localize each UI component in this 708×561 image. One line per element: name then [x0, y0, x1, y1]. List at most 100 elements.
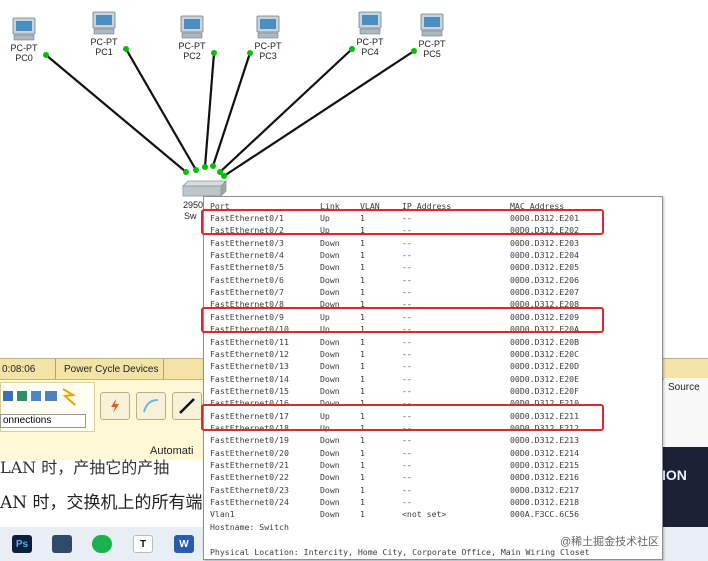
window-icon[interactable]: [52, 535, 72, 553]
cell-mac: 00D0.D312.E204: [510, 250, 580, 261]
link-cable[interactable]: [223, 50, 415, 177]
cell-link: Down: [320, 237, 340, 248]
cell-ip: --: [402, 262, 412, 273]
cell-link: Down: [320, 509, 340, 520]
wechat-icon[interactable]: [92, 535, 112, 553]
link-status-dot: [183, 169, 189, 175]
device-icons: [3, 388, 76, 406]
cell-vlan: 1: [360, 287, 365, 298]
switch-port-tooltip: Port Link VLAN IP Address MAC Address Fa…: [201, 196, 663, 560]
cell-link: Down: [320, 262, 340, 273]
cell-mac: 00D0.D312.E218: [510, 497, 580, 508]
cell-vlan: 1: [360, 497, 365, 508]
cell-mac: 00D0.D312.E20F: [510, 385, 580, 396]
cell-port: FastEthernet0/12: [210, 348, 289, 359]
link-cable[interactable]: [203, 52, 216, 168]
cell-ip: --: [402, 287, 412, 298]
auto-connection-tool[interactable]: [100, 392, 130, 420]
cell-port: FastEthernet0/19: [210, 435, 289, 446]
cell-ip: --: [402, 361, 412, 372]
ps-icon[interactable]: Ps: [12, 535, 32, 553]
table-row: Vlan1 Down 1 <not set> 000A.F3CC.6C56: [210, 509, 660, 521]
cell-vlan: 1: [360, 336, 365, 347]
table-row: FastEthernet0/14 Down 1 -- 00D0.D312.E20E: [210, 374, 660, 386]
cell-mac: 00D0.D312.E207: [510, 287, 580, 298]
cell-link: Down: [320, 435, 340, 446]
doc-text-line-2: AN 时，交换机上的所有端: [0, 493, 203, 513]
power-cycle-button[interactable]: Power Cycle Devices: [56, 359, 164, 379]
link-status-dot: [349, 46, 355, 52]
cell-vlan: 1: [360, 237, 365, 248]
cell-mac: 00D0.D312.E216: [510, 472, 580, 483]
hub-icon: [31, 391, 41, 401]
cell-vlan: 1: [360, 484, 365, 495]
pc-device[interactable]: PC-PTPC2: [179, 15, 207, 61]
cell-mac: 00D0.D312.E20D: [510, 361, 580, 372]
straight-cable-tool[interactable]: [172, 392, 202, 420]
cell-link: Down: [320, 250, 340, 261]
cell-port: FastEthernet0/15: [210, 385, 289, 396]
pc-device[interactable]: PC-PTPC0: [11, 17, 39, 63]
cell-ip: --: [402, 447, 412, 458]
link-cable[interactable]: [45, 54, 187, 173]
cell-link: Down: [320, 447, 340, 458]
pc-name-label: PC3: [259, 51, 277, 61]
watermark: @稀土掘金技术社区: [560, 536, 660, 548]
lightning-icon: [62, 388, 76, 406]
cell-link: Down: [320, 484, 340, 495]
switch-name-label: Sw: [184, 211, 197, 221]
switch-device[interactable]: [182, 180, 227, 197]
cell-mac: 00D0.D312.E203: [510, 237, 580, 248]
cell-link: Down: [320, 274, 340, 285]
cell-ip: --: [402, 348, 412, 359]
source-label: Source: [668, 382, 700, 393]
cell-vlan: 1: [360, 274, 365, 285]
table-row: FastEthernet0/24 Down 1 -- 00D0.D312.E218: [210, 497, 660, 509]
cell-mac: 00D0.D312.E214: [510, 447, 580, 458]
table-row: FastEthernet0/19 Down 1 -- 00D0.D312.E213: [210, 435, 660, 447]
table-row: FastEthernet0/13 Down 1 -- 00D0.D312.E20D: [210, 361, 660, 373]
connections-label: onnections: [0, 414, 86, 428]
cell-mac: 00D0.D312.E217: [510, 484, 580, 495]
cell-vlan: 1: [360, 385, 365, 396]
cell-ip: --: [402, 472, 412, 483]
cell-ip: --: [402, 460, 412, 470]
location-text: Physical Location: Intercity, Home City,…: [210, 547, 590, 557]
pc-device[interactable]: PC-PTPC4: [357, 11, 385, 57]
link-status-dot: [247, 50, 253, 56]
cell-ip: --: [402, 336, 412, 347]
cell-vlan: 1: [360, 472, 365, 483]
router-icon: [3, 391, 13, 401]
pc-type-label: PC-PT: [419, 39, 447, 49]
cell-port: Vlan1: [210, 509, 235, 520]
link-status-dot: [123, 46, 129, 52]
console-cable-tool[interactable]: [136, 392, 166, 420]
cell-port: FastEthernet0/22: [210, 472, 289, 483]
pc-type-label: PC-PT: [255, 41, 283, 51]
cell-vlan: 1: [360, 460, 365, 470]
pc-device[interactable]: PC-PTPC5: [419, 13, 447, 59]
pc-name-label: PC1: [95, 47, 113, 57]
highlight-box-ports-1-2: [201, 209, 604, 235]
cell-port: FastEthernet0/23: [210, 484, 289, 495]
cell-port: FastEthernet0/5: [210, 262, 284, 273]
pc-device[interactable]: PC-PTPC1: [91, 11, 119, 57]
cell-vlan: 1: [360, 447, 365, 458]
cell-port: FastEthernet0/4: [210, 250, 284, 261]
word-icon[interactable]: W: [174, 535, 194, 553]
link-cable[interactable]: [219, 48, 353, 173]
link-status-dot: [211, 50, 217, 56]
cell-port: FastEthernet0/20: [210, 447, 289, 458]
table-row: FastEthernet0/5 Down 1 -- 00D0.D312.E205: [210, 262, 660, 274]
links-layer: [43, 46, 417, 179]
table-row: FastEthernet0/23 Down 1 -- 00D0.D312.E217: [210, 485, 660, 497]
pc-name-label: PC5: [423, 49, 441, 59]
typora-icon[interactable]: T: [133, 535, 153, 553]
link-status-dot: [43, 52, 49, 58]
cell-vlan: 1: [360, 361, 365, 372]
cell-vlan: 1: [360, 348, 365, 359]
pc-type-label: PC-PT: [91, 37, 119, 47]
pc-device[interactable]: PC-PTPC3: [255, 15, 283, 61]
pc-type-label: PC-PT: [357, 37, 385, 47]
cell-link: Down: [320, 336, 340, 347]
